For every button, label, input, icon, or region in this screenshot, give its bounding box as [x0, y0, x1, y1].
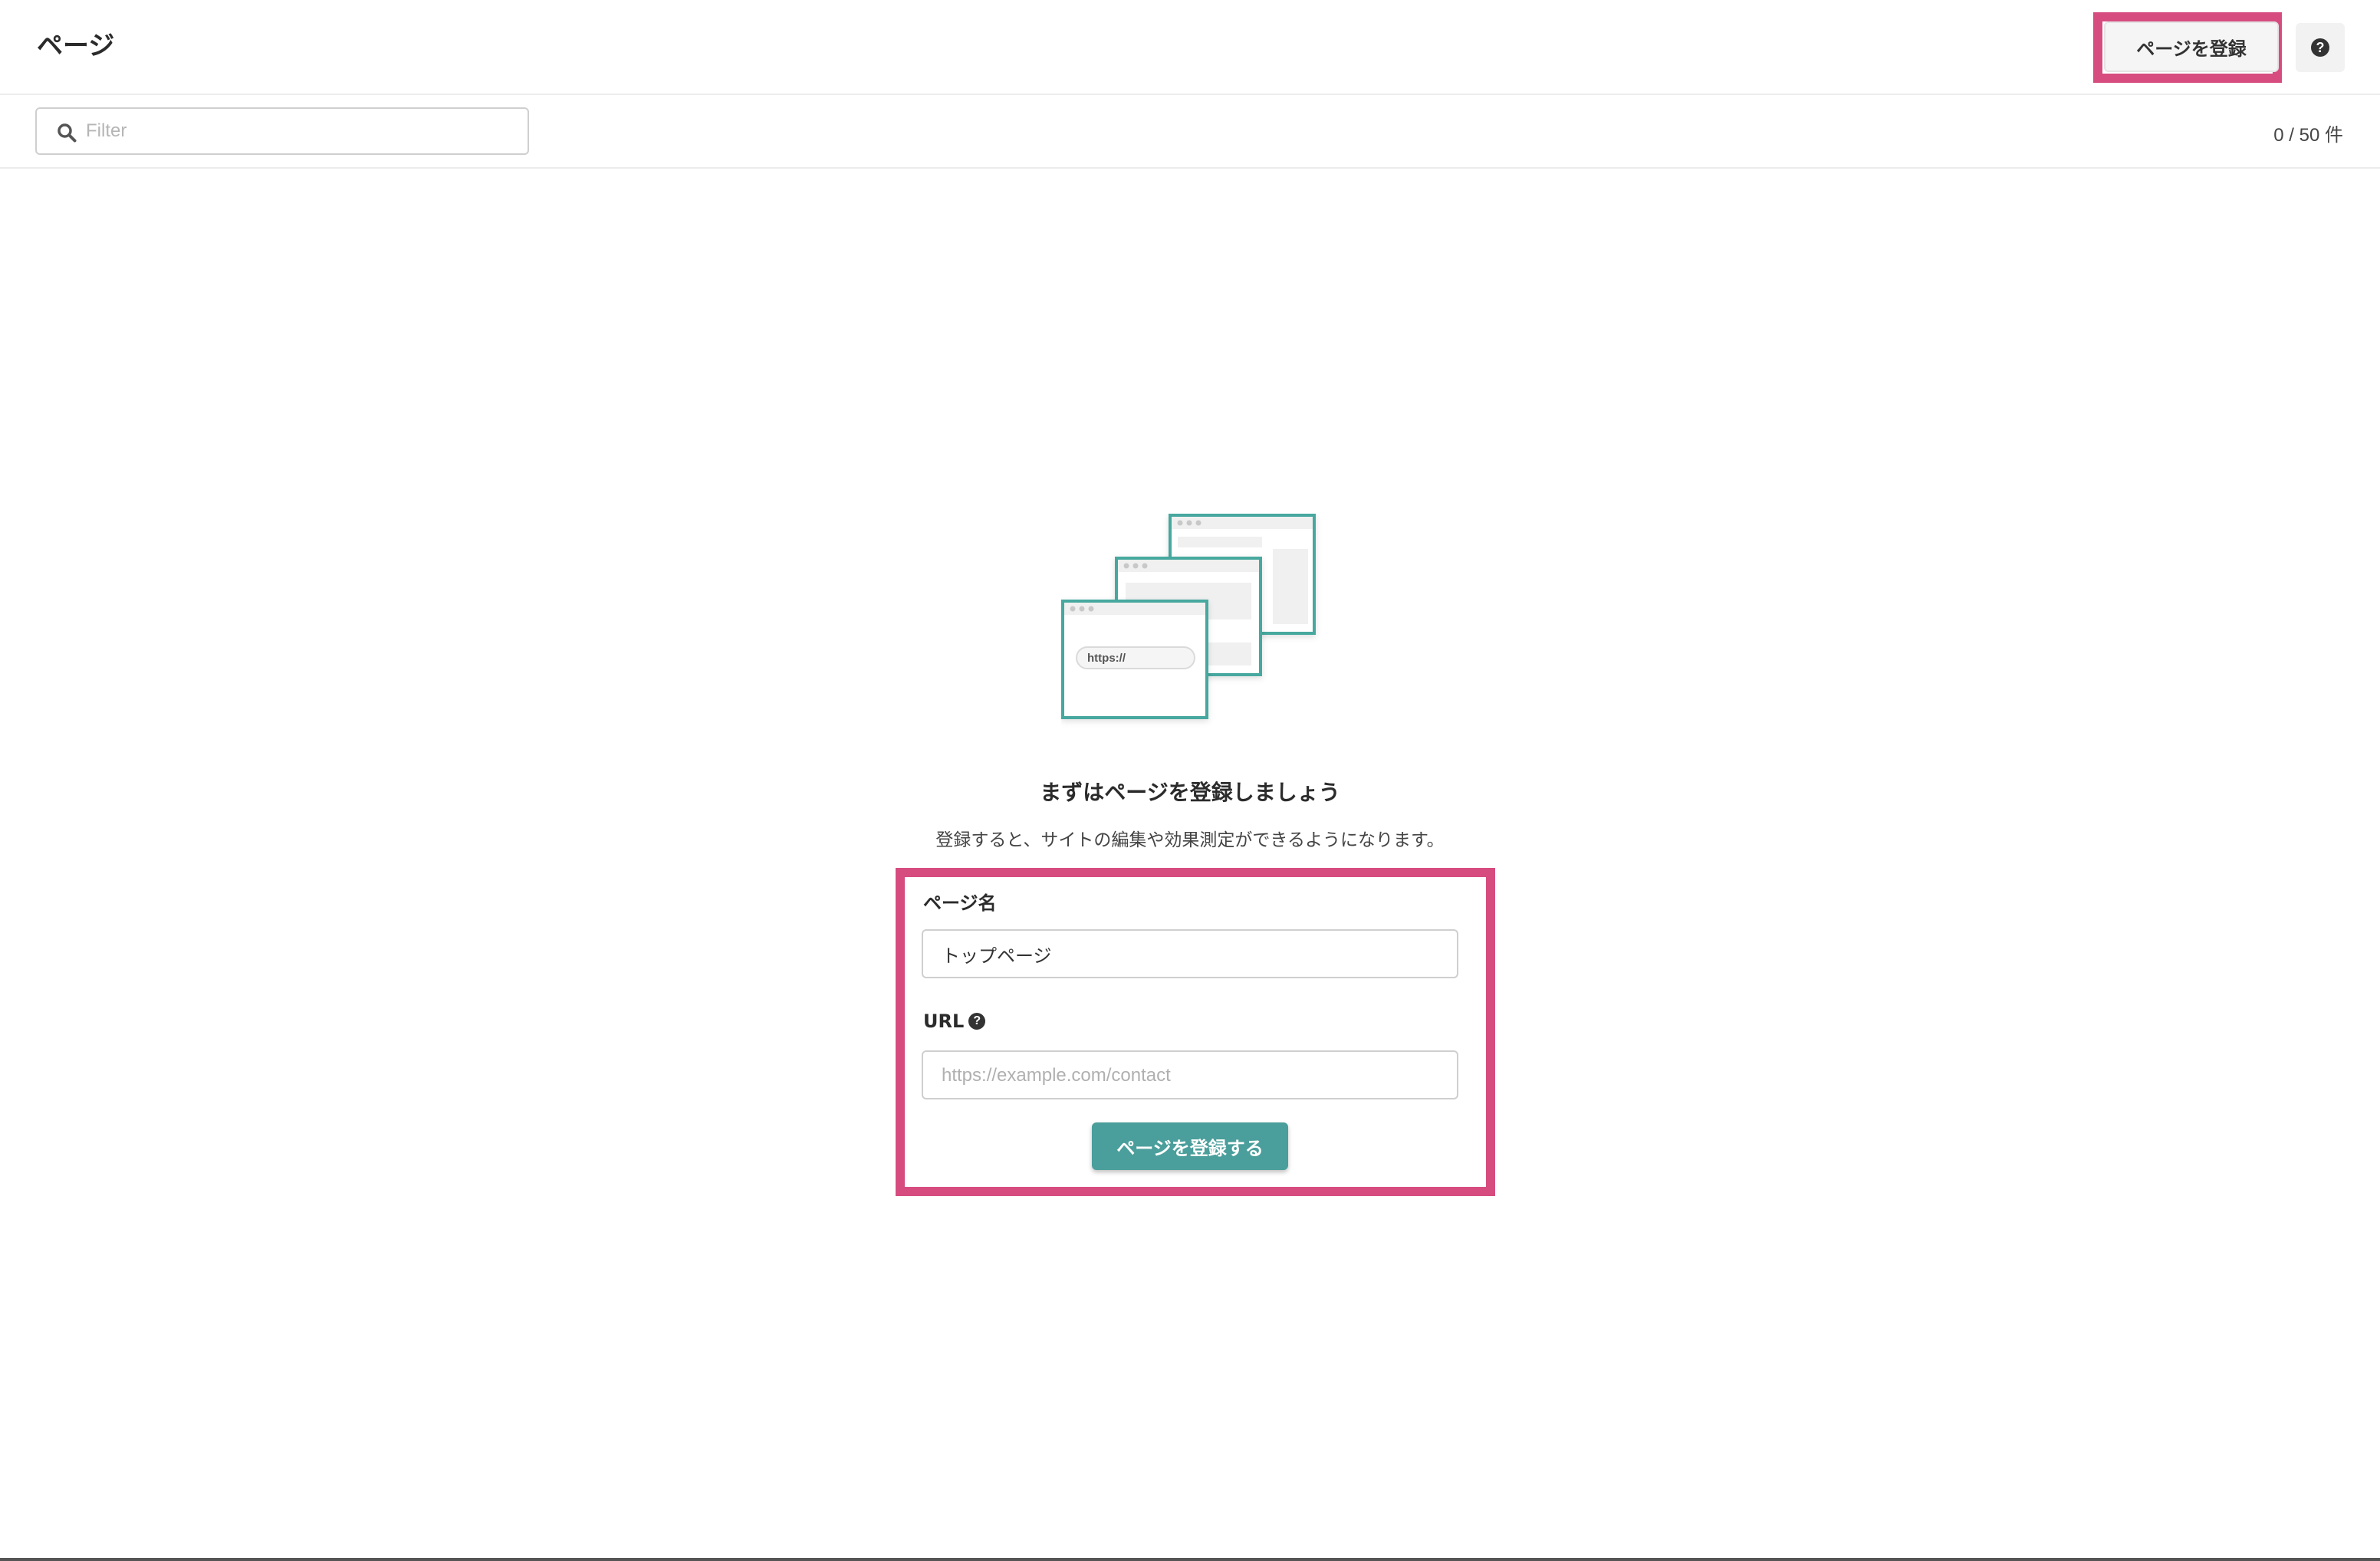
help-button[interactable]: ?: [2296, 23, 2345, 72]
url-text: https://: [1087, 652, 1126, 665]
register-page-button-label: ページを登録: [2136, 38, 2247, 60]
url-label: URL ?: [923, 1011, 986, 1032]
empty-state-title: まずはページを登録しましょう: [1040, 780, 1340, 805]
page-name-label: ページ名: [923, 888, 997, 915]
filter-field[interactable]: [35, 107, 529, 155]
page-title: ページ: [37, 31, 115, 61]
url-field[interactable]: [922, 1050, 1458, 1099]
browser-windows-illustration: https://: [1061, 514, 1316, 719]
filter-bar: 0 / 50 件: [0, 95, 2380, 169]
page-name-field[interactable]: [922, 929, 1458, 978]
submit-register-button[interactable]: ページを登録する: [1092, 1122, 1288, 1170]
bottom-border: [0, 1558, 2380, 1561]
page-name-label-text: ページ名: [923, 892, 997, 914]
page-count: 0 / 50 件: [2273, 125, 2343, 146]
url-label-text: URL: [923, 1011, 965, 1032]
submit-register-button-label: ページを登録する: [1116, 1137, 1264, 1159]
help-icon: ?: [2311, 38, 2329, 57]
register-page-button[interactable]: ページを登録: [2104, 21, 2279, 72]
help-icon[interactable]: ?: [968, 1013, 986, 1030]
search-icon: [58, 123, 77, 143]
filter-input[interactable]: [86, 115, 515, 147]
page-header: ページ: [0, 0, 2380, 95]
empty-state-subtitle: 登録すると、サイトの編集や効果測定ができるようになります。: [935, 830, 1445, 850]
